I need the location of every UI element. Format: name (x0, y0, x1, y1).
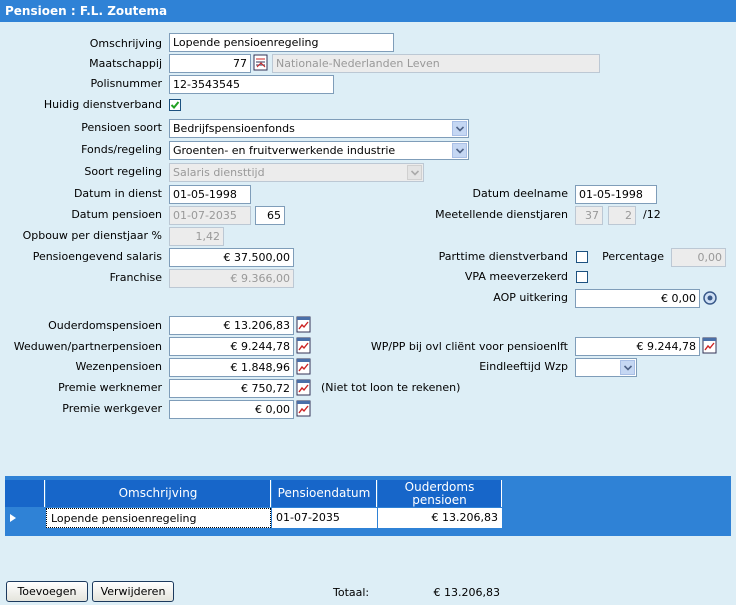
grid-header-pensioendatum[interactable]: Pensioendatum (272, 480, 377, 507)
pensioen-soort-select[interactable]: Bedrijfspensioenfonds (169, 119, 469, 138)
fonds-regeling-value: Groenten- en fruitverwerkende industrie (173, 144, 396, 157)
maatschappij-name-field: Nationale-Nederlanden Leven (272, 54, 600, 73)
aop-input[interactable]: € 0,00 (575, 289, 700, 308)
parttime-checkbox[interactable] (576, 251, 588, 263)
chevron-down-icon (407, 165, 422, 180)
total-value: € 13.206,83 (433, 586, 500, 599)
vpa-label: VPA meeverzekerd (464, 270, 568, 283)
grid-header-omschrijving[interactable]: Omschrijving (46, 480, 271, 507)
datum-deelname-input[interactable]: 01-05-1998 (575, 185, 657, 204)
window-title: Pensioen : F.L. Zoutema (0, 0, 736, 22)
add-button[interactable]: Toevoegen (6, 581, 88, 602)
huidig-dienstverband-label: Huidig dienstverband (43, 98, 162, 111)
dienstjaren-field: 37 (575, 206, 603, 225)
calculator-icon[interactable] (296, 316, 312, 333)
chevron-down-icon[interactable] (452, 121, 467, 136)
grid-header-ouderdoms-line2: pensioen (412, 493, 467, 507)
row-pointer-icon (10, 514, 16, 522)
table-cell-pensioendatum[interactable]: 01-07-2035 (272, 508, 377, 528)
pensioengevend-salaris-label: Pensioengevend salaris (32, 250, 162, 263)
weduwen-input[interactable]: € 9.244,78 (169, 337, 294, 356)
pensioen-grid: Omschrijving Pensioendatum Ouderdoms pen… (5, 476, 731, 536)
grid-corner-header (5, 480, 45, 507)
calculator-icon[interactable] (296, 400, 312, 417)
pensioen-soort-label: Pensioen soort (81, 121, 162, 134)
fonds-regeling-label: Fonds/regeling (81, 143, 162, 156)
checkmark-icon (170, 101, 180, 109)
calculator-icon[interactable] (702, 337, 718, 354)
meetellende-dienstjaren-label: Meetellende dienstjaren (435, 208, 568, 221)
datum-in-dienst-label: Datum in dienst (73, 187, 162, 200)
vpa-checkbox[interactable] (576, 271, 588, 283)
opbouw-field: 1,42 (169, 227, 224, 246)
maatschappij-code-input[interactable]: 77 (169, 54, 251, 73)
polisnummer-input[interactable]: 12-3543545 (169, 75, 334, 94)
calculator-icon[interactable] (296, 379, 312, 396)
franchise-label: Franchise (109, 271, 162, 284)
eindleeftijd-select[interactable] (575, 358, 637, 377)
calculator-icon[interactable] (296, 337, 312, 354)
grid-header-ouderdoms[interactable]: Ouderdoms pensioen (378, 480, 502, 507)
parttime-label: Parttime dienstverband (438, 250, 568, 263)
omschrijving-input[interactable]: Lopende pensioenregeling (169, 33, 394, 52)
weduwen-label: Weduwen/partnerpensioen (13, 340, 162, 353)
opbouw-label: Opbouw per dienstjaar % (22, 229, 162, 242)
total-label: Totaal: (333, 586, 370, 599)
omschrijving-label: Omschrijving (89, 37, 162, 50)
chevron-down-icon[interactable] (452, 143, 467, 158)
search-icon[interactable] (702, 290, 718, 307)
pensioen-soort-value: Bedrijfspensioenfonds (173, 122, 295, 135)
table-cell-ouderdoms[interactable]: € 13.206,83 (378, 508, 502, 528)
pensioen-age-input[interactable]: 65 (255, 206, 285, 225)
chevron-down-icon[interactable] (620, 360, 635, 375)
datum-deelname-label: Datum deelname (472, 187, 568, 200)
wp-pp-input[interactable]: € 9.244,78 (575, 337, 700, 356)
percentage-label: Percentage (602, 250, 664, 263)
wezenpensioen-input[interactable]: € 1.848,96 (169, 358, 294, 377)
aop-label: AOP uitkering (493, 291, 568, 304)
percentage-field: 0,00 (671, 248, 726, 267)
franchise-field: € 9.366,00 (169, 269, 294, 288)
wezenpensioen-label: Wezenpensioen (75, 360, 163, 373)
add-button-label: Toevoegen (17, 585, 77, 598)
eindleeftijd-label: Eindleeftijd Wzp (479, 360, 568, 373)
premie-werknemer-input[interactable]: € 750,72 (169, 379, 294, 398)
maatschappij-label: Maatschappij (89, 57, 162, 70)
datum-in-dienst-input[interactable]: 01-05-1998 (169, 185, 251, 204)
calculator-icon[interactable] (296, 358, 312, 375)
soort-regeling-value: Salaris diensttijd (173, 166, 265, 179)
huidig-dienstverband-checkbox[interactable] (169, 99, 181, 111)
pensioengevend-salaris-input[interactable]: € 37.500,00 (169, 248, 294, 267)
dienstmaanden-suffix: /12 (643, 208, 661, 221)
premie-werknemer-note: (Niet tot loon te rekenen) (321, 381, 461, 394)
soort-regeling-label: Soort regeling (84, 165, 162, 178)
polisnummer-label: Polisnummer (90, 77, 162, 90)
datum-pensioen-label: Datum pensioen (71, 208, 162, 221)
fonds-regeling-select[interactable]: Groenten- en fruitverwerkende industrie (169, 141, 469, 160)
ouderdomspensioen-label: Ouderdomspensioen (48, 319, 162, 332)
premie-werkgever-label: Premie werkgever (62, 402, 162, 415)
soort-regeling-select: Salaris diensttijd (169, 163, 424, 182)
delete-button[interactable]: Verwijderen (92, 581, 174, 602)
datum-pensioen-field: 01-07-2035 (169, 206, 251, 225)
premie-werknemer-label: Premie werknemer (58, 381, 162, 394)
lookup-icon[interactable] (253, 54, 269, 71)
delete-button-label: Verwijderen (100, 585, 166, 598)
ouderdomspensioen-input[interactable]: € 13.206,83 (169, 316, 294, 335)
dienstmaanden-field: 2 (608, 206, 636, 225)
premie-werkgever-input[interactable]: € 0,00 (169, 400, 294, 419)
table-cell-omschrijving[interactable]: Lopende pensioenregeling (46, 508, 271, 528)
wp-pp-label: WP/PP bij ovl cliënt voor pensioenlft (370, 340, 568, 353)
